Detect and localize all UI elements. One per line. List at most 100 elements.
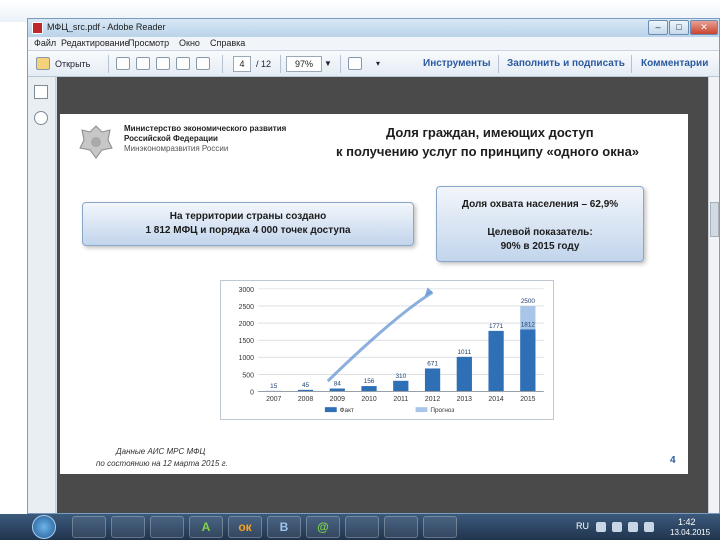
- close-button[interactable]: ✕: [690, 20, 718, 35]
- fact-bar: [488, 330, 504, 392]
- source-footnote: Данные АИС МРС МФЦ: [116, 447, 206, 456]
- taskbar-opera-icon[interactable]: [345, 516, 379, 538]
- fact-bar: [520, 329, 536, 392]
- y-tick-label: 1500: [239, 338, 254, 345]
- navigation-panel: [28, 77, 56, 513]
- callout-text: 90% в 2015 году: [500, 241, 580, 252]
- tray-network-icon[interactable]: [628, 522, 638, 532]
- tray-flag-icon[interactable]: [612, 522, 622, 532]
- taskbar-powerpoint-icon[interactable]: [384, 516, 418, 538]
- toolbar-separator: [108, 55, 109, 73]
- growth-arrow: [326, 291, 434, 383]
- y-tick-label: 0: [250, 389, 254, 396]
- more-tools-dropdown-icon[interactable]: ▾: [376, 56, 380, 72]
- folder-open-icon[interactable]: [36, 57, 50, 70]
- bar-value-label: 156: [364, 378, 375, 385]
- fact-bar: [393, 380, 409, 392]
- page-thumbnails-icon[interactable]: [34, 85, 48, 99]
- fact-bar: [456, 356, 472, 392]
- title-bar[interactable]: МФЦ_src.pdf - Adobe Reader – □ ✕: [28, 19, 719, 37]
- fact-bar: [424, 368, 441, 392]
- toolbar-separator: [498, 55, 499, 73]
- legend-swatch-forecast: [415, 407, 428, 413]
- toolbar-separator: [340, 55, 341, 73]
- tools-pane-button[interactable]: Инструменты: [423, 56, 491, 72]
- menu-file[interactable]: Файл: [34, 38, 56, 48]
- bar-value-label: 671: [427, 361, 438, 368]
- bar-value-label: 1812: [521, 322, 536, 329]
- pdf-page: Министерство экономического развития Рос…: [60, 114, 688, 474]
- taskbar-internet-explorer-icon[interactable]: [72, 516, 106, 538]
- disk-icon[interactable]: [196, 57, 210, 70]
- menu-help[interactable]: Справка: [210, 38, 245, 48]
- page-total: / 12: [256, 59, 272, 69]
- x-tick-label: 2011: [393, 396, 408, 403]
- bar-value-label: 45: [302, 382, 310, 389]
- x-tick-label: 2010: [361, 396, 376, 403]
- page-number-input[interactable]: 4: [233, 56, 251, 72]
- start-button[interactable]: [32, 515, 56, 539]
- bar-value-label: 15: [270, 383, 278, 390]
- tray-volume-icon[interactable]: [644, 522, 654, 532]
- bar-value-label: 1771: [489, 323, 504, 330]
- y-tick-label: 1000: [239, 355, 254, 362]
- bar-value-label: 1011: [457, 349, 471, 356]
- toolbar: Открыть 4 / 12 97% ▼ ▾ Инструменты Запол…: [28, 51, 719, 77]
- taskbar-green-a-app-icon[interactable]: A: [189, 516, 223, 538]
- toolbar-separator: [631, 55, 632, 73]
- mfc-growth-chart: 0 500 1000 1500 2000 2500 3000 15 2007 45 2008 84 20…: [220, 280, 554, 420]
- zoom-dropdown-icon[interactable]: ▼: [324, 56, 332, 72]
- russian-coat-of-arms-icon: [79, 125, 113, 159]
- taskbar-file-explorer-icon[interactable]: [111, 516, 145, 538]
- taskbar-vkontakte-icon[interactable]: В: [267, 516, 301, 538]
- menu-window[interactable]: Окно: [179, 38, 200, 48]
- minimize-button[interactable]: –: [648, 20, 668, 35]
- taskbar-adobe-reader-icon[interactable]: [423, 516, 457, 538]
- scrollbar-thumb[interactable]: [710, 202, 719, 237]
- taskbar-icq-icon[interactable]: @: [306, 516, 340, 538]
- zoom-input[interactable]: 97%: [286, 56, 322, 72]
- slide-page-number: 4: [670, 455, 676, 466]
- callout-text: На территории страны создано: [169, 211, 327, 222]
- attachments-paperclip-icon[interactable]: [34, 111, 48, 125]
- clock-time[interactable]: 1:42: [678, 517, 696, 527]
- legend-swatch-fact: [324, 407, 337, 413]
- edit-pen-icon[interactable]: [156, 57, 170, 70]
- ministry-name-line-1: Министерство экономического развития: [124, 124, 287, 133]
- print-icon[interactable]: [136, 57, 150, 70]
- maximize-button[interactable]: □: [669, 20, 689, 35]
- x-tick-label: 2013: [457, 396, 472, 403]
- screen: МФЦ_src.pdf - Adobe Reader – □ ✕ Файл Ре…: [0, 0, 720, 540]
- email-icon[interactable]: [176, 57, 190, 70]
- tray-arrow-icon[interactable]: [596, 522, 606, 532]
- bar-value-label: 2500: [521, 298, 536, 305]
- taskbar-odnoklassniki-icon[interactable]: ок: [228, 516, 262, 538]
- slide-title-line-1: Доля граждан, имеющих доступ: [386, 125, 594, 140]
- mfc-count-callout: На территории страны создано 1 812 МФЦ и…: [82, 202, 414, 246]
- comments-button[interactable]: Комментарии: [641, 56, 708, 72]
- language-indicator[interactable]: RU: [576, 521, 589, 531]
- legend-label-forecast: Прогноз: [430, 407, 454, 414]
- callout-text: Доля охвата населения – 62,9%: [461, 199, 619, 210]
- source-date-footnote: по состоянию на 12 марта 2015 г.: [96, 459, 228, 468]
- y-tick-label: 3000: [239, 287, 254, 294]
- bar-value-label: 84: [334, 381, 342, 388]
- menu-bar: Файл Редактирование Просмотр Окно Справк…: [28, 37, 719, 51]
- clock-date[interactable]: 13.04.2015: [670, 528, 710, 537]
- bar-value-label: 310: [395, 373, 406, 380]
- adobe-reader-icon: [32, 22, 43, 34]
- save-icon[interactable]: [116, 57, 130, 70]
- ministry-short-name: Минэкономразвития России: [124, 144, 229, 153]
- menu-edit[interactable]: Редактирование: [61, 38, 130, 48]
- y-tick-label: 2500: [239, 304, 254, 311]
- fill-and-sign-button[interactable]: Заполнить и подписать: [507, 56, 625, 72]
- toolbar-separator: [222, 55, 223, 73]
- menu-view[interactable]: Просмотр: [128, 38, 169, 48]
- fact-bar: [361, 386, 377, 392]
- vertical-scrollbar[interactable]: [708, 77, 719, 513]
- fit-page-icon[interactable]: [348, 57, 362, 70]
- legend-label-fact: Факт: [340, 407, 354, 414]
- callout-text: 1 812 МФЦ и порядка 4 000 точек доступа: [145, 225, 351, 236]
- taskbar-media-player-icon[interactable]: [150, 516, 184, 538]
- open-button[interactable]: Открыть: [55, 56, 90, 72]
